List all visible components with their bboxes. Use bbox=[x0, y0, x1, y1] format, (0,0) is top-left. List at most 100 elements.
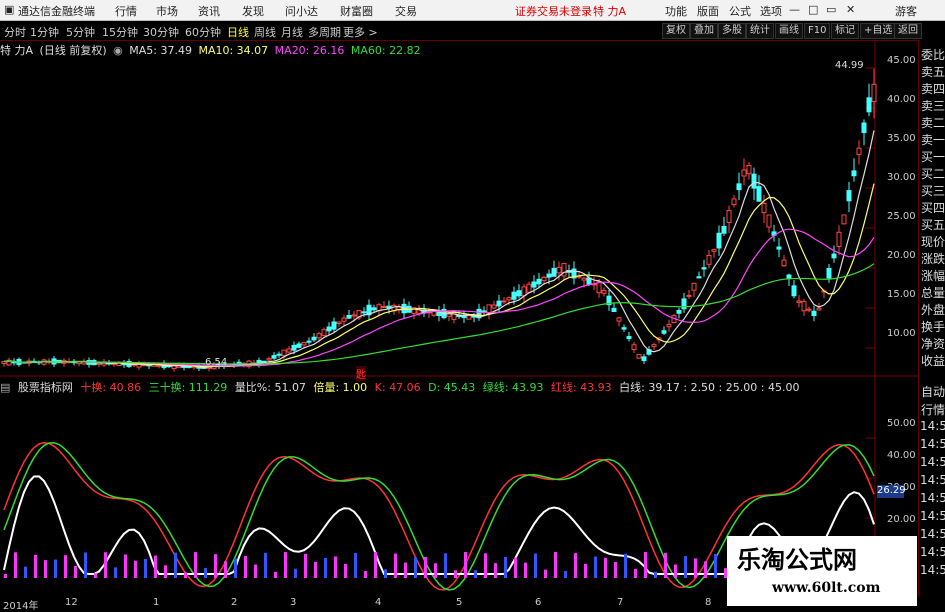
volume-bar bbox=[354, 553, 357, 578]
right-panel-label: 净资 bbox=[920, 337, 945, 351]
sub-legend-item: 白线: 39.17 : 2.50 : 25.00 : 45.00 bbox=[619, 381, 800, 394]
candle-body bbox=[371, 307, 377, 311]
ma-line-ma20 bbox=[3, 228, 875, 367]
sub-legend-item: 红线: 43.93 bbox=[550, 381, 612, 394]
volume-bar bbox=[14, 552, 17, 578]
period-daily[interactable]: 日线 bbox=[227, 24, 249, 40]
period-weekly[interactable]: 周线 bbox=[254, 24, 276, 40]
period-15min[interactable]: 15分钟 bbox=[102, 24, 138, 40]
candle-body bbox=[496, 300, 502, 307]
candle-body bbox=[336, 321, 342, 324]
menu-gongneng[interactable]: 功能 bbox=[665, 3, 687, 19]
diejia-button[interactable]: 叠加 bbox=[690, 23, 718, 39]
add-watchlist-button[interactable]: +自选 bbox=[860, 23, 897, 39]
right-panel-label: 买二 bbox=[920, 167, 945, 181]
period-60min[interactable]: 60分钟 bbox=[185, 24, 221, 40]
tongji-button[interactable]: 统计 bbox=[746, 23, 774, 39]
maximize-icon[interactable]: ▭ bbox=[826, 3, 836, 16]
candle-body bbox=[731, 198, 737, 206]
volume-bar bbox=[64, 555, 67, 578]
candle-body bbox=[776, 246, 782, 250]
volume-bar bbox=[254, 564, 257, 578]
right-panel-time: 14:5 bbox=[920, 437, 945, 451]
period-5min[interactable]: 5分钟 bbox=[66, 24, 95, 40]
f10-button[interactable]: F10 bbox=[804, 23, 831, 39]
guest-label[interactable]: 游客 bbox=[895, 3, 917, 19]
volume-bar bbox=[344, 563, 347, 578]
menu-wenxiaoda[interactable]: 问小达 bbox=[285, 3, 318, 19]
candle-body bbox=[581, 277, 587, 281]
candle-body bbox=[831, 253, 837, 259]
main-axis-tick: 20.00 bbox=[887, 250, 916, 261]
right-panel-time: 14:5 bbox=[920, 527, 945, 541]
volume-bar bbox=[544, 569, 547, 578]
right-panel-label: 委比 bbox=[920, 48, 945, 62]
minimize-icon[interactable]: — bbox=[789, 3, 800, 16]
volume-bar bbox=[454, 570, 457, 578]
period-30min[interactable]: 30分钟 bbox=[143, 24, 179, 40]
right-info-panel: 委比 卖五 卖四 卖三 卖二 卖一 买一 买二 买三 买四 买五 现价 涨跌 涨幅 总量 外盘 换手 净资 收益 自… bbox=[918, 40, 945, 609]
candle-body bbox=[791, 285, 797, 297]
period-1min[interactable]: 1分钟 bbox=[30, 24, 59, 40]
back-button[interactable]: 返回 bbox=[894, 23, 922, 39]
date-tick: 6 bbox=[535, 597, 542, 608]
sub-legend-item: 三十换: 111.29 bbox=[148, 381, 228, 394]
candle-body bbox=[276, 353, 282, 356]
menu-banmian[interactable]: 版面 bbox=[697, 3, 719, 19]
indicator-name[interactable]: 股票指标网 bbox=[18, 381, 73, 394]
right-panel-time: 14:5 bbox=[920, 455, 945, 469]
duogu-button[interactable]: 多股 bbox=[718, 23, 746, 39]
volume-bar bbox=[54, 559, 57, 578]
candle-body bbox=[781, 259, 787, 267]
kline-chart[interactable] bbox=[0, 40, 918, 597]
menu-xuanxiang[interactable]: 选项 bbox=[760, 3, 782, 19]
menu-faxian[interactable]: 发现 bbox=[242, 3, 264, 19]
candle-body bbox=[756, 186, 762, 202]
candle-body bbox=[726, 210, 732, 223]
date-tick: 3 bbox=[290, 597, 297, 608]
sub-legend-item: D: 45.43 bbox=[428, 381, 476, 394]
fuquan-button[interactable]: 复权 bbox=[662, 23, 690, 39]
close-icon[interactable]: ✕ bbox=[846, 3, 855, 16]
volume-bar bbox=[104, 552, 107, 578]
date-tick: 2014年 bbox=[3, 601, 39, 612]
watermark-title: 乐淘公式网 bbox=[737, 545, 857, 574]
menu-jiaoyi[interactable]: 交易 bbox=[395, 3, 417, 19]
volume-bar bbox=[574, 553, 577, 578]
candle-body bbox=[521, 286, 527, 297]
period-fenshi[interactable]: 分时 bbox=[4, 24, 26, 40]
candle-body bbox=[511, 291, 517, 300]
candle-body bbox=[706, 254, 712, 265]
menu-hangqing[interactable]: 行情 bbox=[115, 3, 137, 19]
candle-body bbox=[541, 276, 547, 282]
period-multi[interactable]: 多周期 bbox=[308, 24, 341, 40]
period-more[interactable]: 更多 > bbox=[343, 24, 378, 40]
volume-bar bbox=[364, 571, 367, 578]
candle-body bbox=[321, 329, 327, 337]
right-panel-label: 现价 bbox=[920, 235, 945, 249]
main-price-axis: 45.00 40.00 35.00 30.00 25.00 20.00 15.0… bbox=[887, 55, 917, 375]
candle-body bbox=[751, 173, 757, 189]
menu-caifuquan[interactable]: 财富圈 bbox=[340, 3, 373, 19]
menu-zixun[interactable]: 资讯 bbox=[198, 3, 220, 19]
candle-body bbox=[346, 315, 352, 319]
volume-bar bbox=[264, 552, 267, 578]
volume-bar bbox=[384, 569, 387, 578]
sub-legend-item: 绿线: 43.93 bbox=[482, 381, 544, 394]
main-axis-tick: 25.00 bbox=[887, 211, 916, 222]
candle-body bbox=[871, 83, 877, 103]
main-axis-tick: 35.00 bbox=[887, 133, 916, 144]
menu-gongshi[interactable]: 公式 bbox=[729, 3, 751, 19]
biaoji-button[interactable]: 标记 bbox=[831, 23, 859, 39]
volume-bar bbox=[164, 565, 167, 578]
restore-icon[interactable]: □ bbox=[808, 3, 818, 16]
volume-bar bbox=[34, 554, 37, 578]
menu-shichang[interactable]: 市场 bbox=[156, 3, 178, 19]
volume-bar bbox=[234, 558, 237, 578]
volume-bar bbox=[444, 553, 447, 578]
huaxian-button[interactable]: 画线 bbox=[775, 23, 803, 39]
login-status[interactable]: 证券交易未登录 bbox=[515, 3, 592, 19]
period-monthly[interactable]: 月线 bbox=[281, 24, 303, 40]
indicator-menu-icon[interactable]: ▤ bbox=[0, 381, 10, 394]
main-axis-tick: 15.00 bbox=[887, 289, 916, 300]
